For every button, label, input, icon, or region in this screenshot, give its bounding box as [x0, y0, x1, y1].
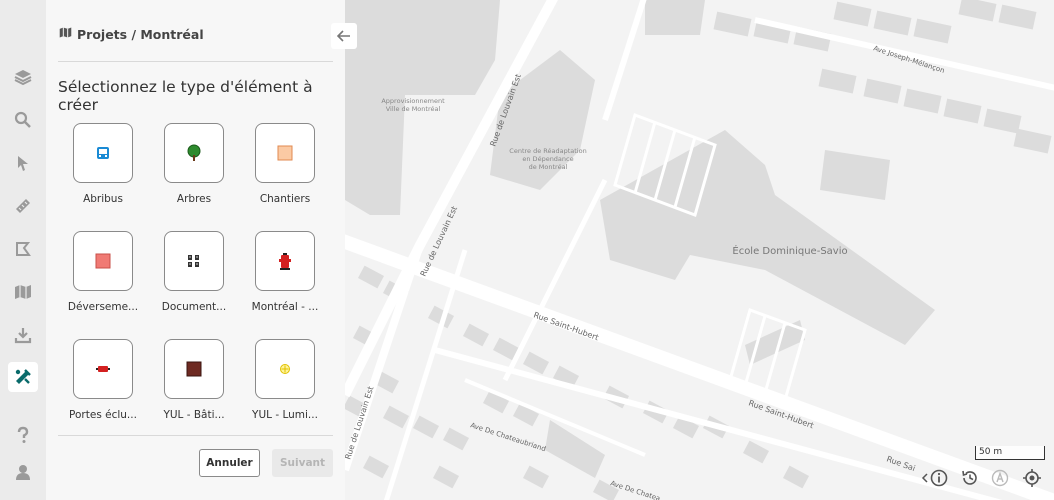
- help-icon[interactable]: [8, 420, 38, 450]
- element-type-label: Document...: [161, 301, 227, 313]
- map-label: en Dépendance: [522, 155, 573, 163]
- element-type-label: Chantiers: [259, 193, 311, 205]
- arrow-left-icon: [337, 30, 350, 42]
- north-arrow-icon[interactable]: [988, 466, 1012, 490]
- divider: [58, 435, 333, 436]
- element-type-button[interactable]: [255, 123, 315, 183]
- map-icon: [59, 26, 72, 42]
- element-type-button[interactable]: [164, 231, 224, 291]
- element-type-tile[interactable]: YUL - Lumi...: [240, 339, 330, 439]
- documents-icon: [188, 255, 199, 267]
- element-type-label: YUL - Lumi...: [252, 409, 318, 421]
- element-type-label: Portes éclu...: [69, 409, 137, 421]
- buildings: [345, 0, 1052, 500]
- info-icon[interactable]: [927, 466, 951, 490]
- left-toolbar: [0, 0, 46, 500]
- tree-icon: [187, 144, 201, 161]
- map-label: École Dominique-Savio: [732, 244, 847, 257]
- create-element-panel: Projets / Montréal Sélectionnez le type …: [46, 0, 357, 500]
- layers-icon[interactable]: [8, 62, 38, 92]
- element-type-button[interactable]: [73, 231, 133, 291]
- collapse-panel-button[interactable]: [331, 23, 357, 49]
- select-pointer-icon[interactable]: [8, 148, 38, 178]
- element-type-tile[interactable]: Abribus: [58, 123, 148, 223]
- element-type-button[interactable]: [73, 123, 133, 183]
- draw-polygon-icon[interactable]: [8, 234, 38, 264]
- search-icon[interactable]: [8, 105, 38, 135]
- element-type-label: YUL - Bâti...: [163, 409, 225, 421]
- element-type-tile[interactable]: Déverseme...: [58, 231, 148, 331]
- building-square-icon: [186, 361, 202, 377]
- breadcrumb-text[interactable]: Projets / Montréal: [77, 27, 204, 42]
- element-type-tile[interactable]: YUL - Bâti...: [149, 339, 239, 439]
- map-label: Centre de Réadaptation: [509, 147, 586, 155]
- light-icon: [280, 364, 290, 374]
- element-type-tile[interactable]: Document...: [149, 231, 239, 331]
- element-type-button[interactable]: [73, 339, 133, 399]
- element-type-tile[interactable]: Arbres: [149, 123, 239, 223]
- download-icon[interactable]: [8, 320, 38, 350]
- element-type-tile[interactable]: Montréal - ...: [240, 231, 330, 331]
- map-canvas[interactable]: Approvisionnement Ville de Montréal Cent…: [345, 0, 1054, 500]
- next-button[interactable]: Suivant: [272, 449, 333, 477]
- map-label: de Montréal: [529, 163, 568, 171]
- element-type-tile[interactable]: Chantiers: [240, 123, 330, 223]
- map-label: Ave De Chateaubriand: [469, 421, 546, 453]
- user-icon[interactable]: [8, 457, 38, 487]
- construction-square-icon: [277, 145, 293, 161]
- element-type-button[interactable]: [255, 339, 315, 399]
- element-type-label: Arbres: [176, 193, 212, 205]
- scale-bar: 50 m: [975, 446, 1045, 460]
- map-view[interactable]: Approvisionnement Ville de Montréal Cent…: [345, 0, 1054, 500]
- element-type-label: Abribus: [83, 193, 123, 205]
- element-type-button[interactable]: [164, 123, 224, 183]
- locate-icon[interactable]: [1020, 466, 1044, 490]
- map-label: Approvisionnement: [381, 97, 445, 105]
- map-icon[interactable]: [8, 277, 38, 307]
- element-type-tile[interactable]: Portes éclu...: [58, 339, 148, 439]
- element-type-label: Déverseme...: [67, 301, 139, 313]
- element-type-button[interactable]: [255, 231, 315, 291]
- history-icon[interactable]: [958, 466, 982, 490]
- cancel-button[interactable]: Annuler: [199, 449, 260, 477]
- map-label: Ville de Montréal: [386, 105, 441, 113]
- bus-stop-icon: [97, 147, 109, 159]
- page-title: Sélectionnez le type d'élément à créer: [58, 78, 313, 114]
- lock-gate-icon: [96, 366, 110, 372]
- measure-ruler-icon[interactable]: [8, 191, 38, 221]
- element-type-button[interactable]: [164, 339, 224, 399]
- divider: [58, 61, 333, 62]
- edit-tools-icon[interactable]: [8, 362, 38, 392]
- overflow-square-icon: [95, 253, 111, 269]
- element-type-label: Montréal - ...: [251, 301, 319, 313]
- fire-hydrant-icon: [279, 253, 291, 270]
- breadcrumb: Projets / Montréal: [59, 26, 204, 42]
